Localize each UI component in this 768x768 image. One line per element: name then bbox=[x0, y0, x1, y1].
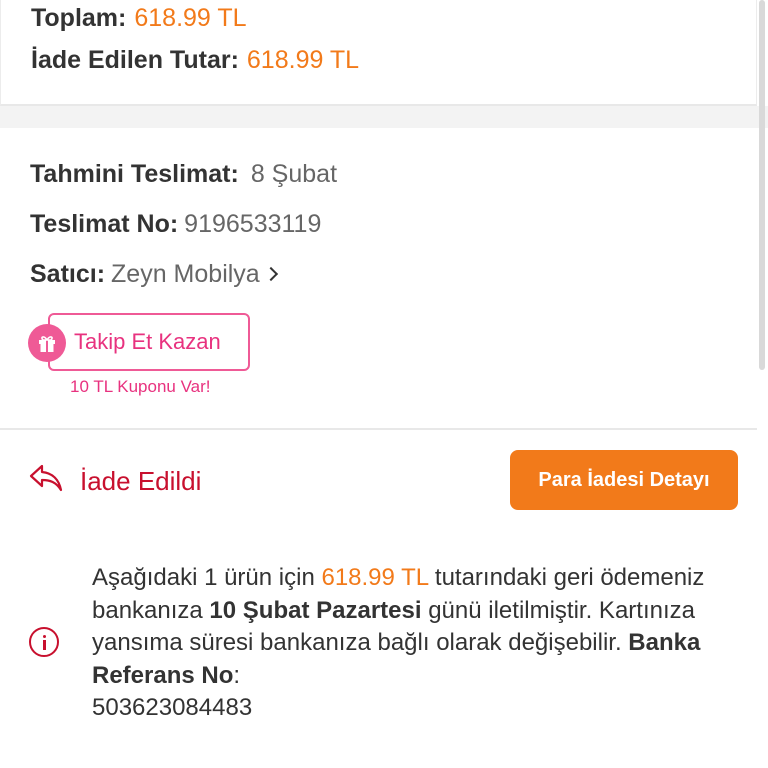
scrollbar[interactable] bbox=[759, 0, 765, 370]
estimated-delivery-value: 8 Şubat bbox=[250, 160, 338, 188]
bank-reference-number: 503623084483 bbox=[92, 694, 253, 721]
follow-earn-label: Takip Et Kazan bbox=[74, 329, 221, 354]
coupon-note: 10 TL Kuponu Var! bbox=[70, 377, 211, 396]
chevron-right-icon[interactable] bbox=[263, 266, 278, 282]
delivery-number-value: 9196533119 bbox=[184, 210, 322, 238]
refund-message: Aşağıdaki 1 ürün için 618.99 TL tutarınd… bbox=[92, 562, 732, 725]
total-value: 618.99 TL bbox=[134, 4, 247, 32]
seller-name[interactable]: Zeyn Mobilya bbox=[111, 260, 260, 288]
refund-details-button[interactable]: Para İadesi Detayı bbox=[510, 450, 738, 510]
return-status-text: İade Edildi bbox=[80, 466, 202, 496]
delivery-number-row: Teslimat No: 9196533119 bbox=[30, 210, 321, 239]
delivery-card: Tahmini Teslimat: 8 Şubat Teslimat No: 919… bbox=[0, 128, 757, 430]
estimated-delivery-row: Tahmini Teslimat: 8 Şubat bbox=[30, 160, 337, 189]
refund-message-text: Aşağıdaki 1 ürün için bbox=[92, 564, 322, 591]
seller-link[interactable]: Satıcı: Zeyn Mobilya bbox=[30, 260, 278, 289]
refund-message-text: : bbox=[233, 661, 241, 689]
order-summary-card: Toplam: 618.99 TL İade Edilen Tutar: 618.9… bbox=[0, 0, 757, 106]
seller-label: Satıcı: bbox=[30, 260, 106, 288]
delivery-number-label: Teslimat No: bbox=[30, 210, 179, 238]
return-status-row: İade Edildi Para İadesi Detayı bbox=[0, 432, 768, 532]
gift-icon bbox=[28, 324, 66, 362]
refund-message-date: 10 Şubat Pazartesi bbox=[209, 596, 422, 624]
refunded-amount-row: İade Edilen Tutar: 618.99 TL bbox=[31, 46, 359, 75]
section-divider bbox=[0, 106, 768, 128]
refunded-amount-value: 618.99 TL bbox=[246, 46, 360, 74]
refund-message-amount: 618.99 TL bbox=[321, 564, 429, 591]
return-arrow-icon bbox=[29, 464, 63, 492]
refunded-amount-label: İade Edilen Tutar: bbox=[31, 46, 239, 74]
estimated-delivery-label: Tahmini Teslimat: bbox=[30, 160, 239, 188]
total-row: Toplam: 618.99 TL bbox=[31, 4, 247, 33]
info-icon bbox=[29, 627, 59, 657]
total-label: Toplam: bbox=[31, 4, 127, 32]
follow-earn-button[interactable]: Takip Et Kazan bbox=[48, 313, 250, 371]
